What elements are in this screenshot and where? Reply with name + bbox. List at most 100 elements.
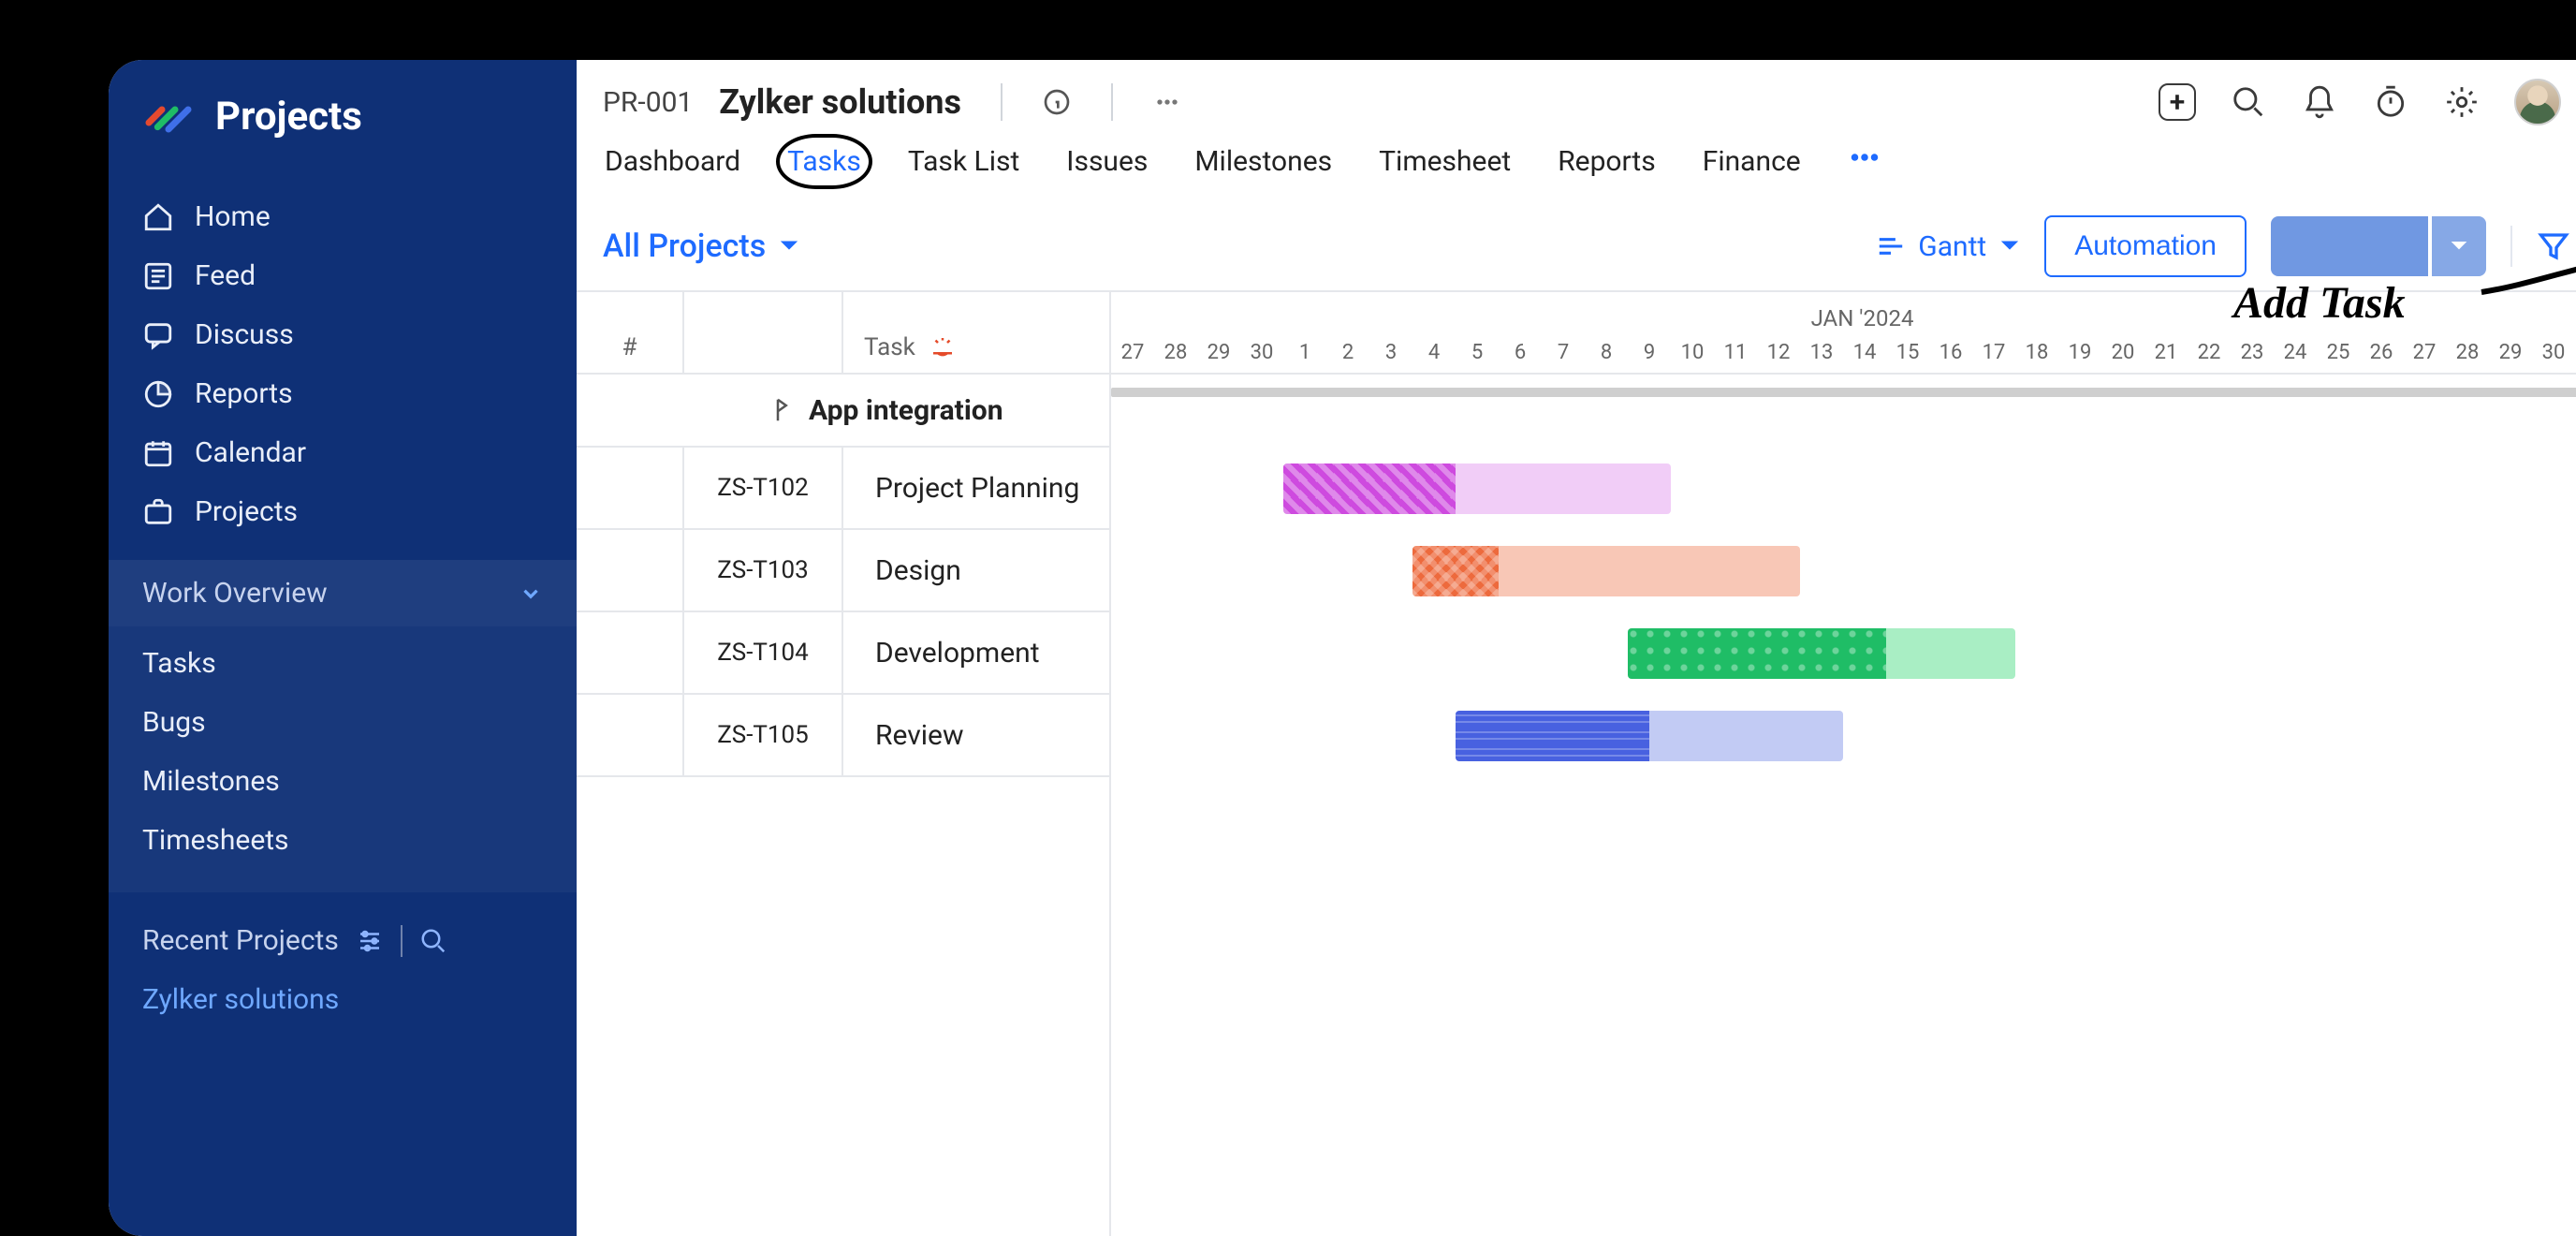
task-name: Design bbox=[843, 554, 1109, 587]
sidebar-item-home[interactable]: Home bbox=[109, 187, 577, 246]
gantt-bar[interactable] bbox=[1283, 464, 1671, 514]
tab-issues[interactable]: Issues bbox=[1064, 141, 1149, 182]
add-task-main[interactable] bbox=[2271, 216, 2428, 276]
day-label: 13 bbox=[1800, 331, 1843, 373]
task-name: Project Planning bbox=[843, 472, 1109, 505]
gantt-timeline[interactable]: JAN '2024 272829301234567891011121314151… bbox=[1111, 292, 2576, 1236]
day-label: 20 bbox=[2101, 331, 2144, 373]
task-id: ZS-T105 bbox=[684, 695, 843, 775]
view-toolbar: All Projects Gantt Automation bbox=[577, 206, 2576, 287]
chevron-down-icon bbox=[519, 581, 543, 606]
day-label: 25 bbox=[2317, 331, 2360, 373]
task-row[interactable]: ZS-T104Development bbox=[577, 612, 1109, 695]
brand-logo-icon bbox=[142, 90, 195, 142]
day-label: 17 bbox=[1972, 331, 2015, 373]
recent-project-link[interactable]: Zylker solutions bbox=[109, 972, 577, 1027]
timer-button[interactable] bbox=[2372, 83, 2409, 121]
main-content: PR-001 Zylker solutions + bbox=[577, 60, 2576, 1236]
tab-tasks[interactable]: Tasks bbox=[785, 141, 863, 182]
day-label: 12 bbox=[1757, 331, 1800, 373]
day-label: 10 bbox=[1671, 331, 1714, 373]
sliders-icon[interactable] bbox=[356, 927, 384, 955]
day-label: 15 bbox=[1886, 331, 1929, 373]
brand-name: Projects bbox=[215, 94, 362, 140]
work-item-tasks[interactable]: Tasks bbox=[109, 634, 577, 693]
work-item-timesheets[interactable]: Timesheets bbox=[109, 811, 577, 870]
day-label: 2 bbox=[1326, 331, 1369, 373]
task-id: ZS-T104 bbox=[684, 612, 843, 693]
avatar[interactable] bbox=[2514, 79, 2561, 125]
sidebar-item-feed[interactable]: Feed bbox=[109, 246, 577, 305]
day-label: 19 bbox=[2058, 331, 2101, 373]
notifications-button[interactable] bbox=[2301, 83, 2338, 121]
day-label: 3 bbox=[1369, 331, 1412, 373]
day-label: 6 bbox=[1499, 331, 1542, 373]
gantt-bar-remaining bbox=[1456, 464, 1671, 514]
day-label: 5 bbox=[1456, 331, 1499, 373]
sidebar-item-reports[interactable]: Reports bbox=[109, 364, 577, 423]
blank-cell bbox=[577, 448, 684, 528]
tab-timesheet[interactable]: Timesheet bbox=[1377, 141, 1513, 182]
sidebar-item-label: Feed bbox=[195, 259, 256, 292]
tab-reports[interactable]: Reports bbox=[1556, 141, 1658, 182]
tab-finance[interactable]: Finance bbox=[1701, 141, 1803, 182]
add-task-caret[interactable] bbox=[2428, 216, 2486, 276]
work-overview-header[interactable]: Work Overview bbox=[109, 560, 577, 626]
sidebar-item-discuss[interactable]: Discuss bbox=[109, 305, 577, 364]
caret-down-icon bbox=[779, 236, 799, 257]
day-label: 21 bbox=[2144, 331, 2188, 373]
gantt-bar-remaining bbox=[1649, 711, 1843, 761]
day-label: 8 bbox=[1585, 331, 1628, 373]
col-task-header: Task bbox=[843, 292, 1109, 373]
tab-more[interactable] bbox=[1846, 137, 1883, 185]
tab-task-list[interactable]: Task List bbox=[906, 141, 1021, 182]
tab-dashboard[interactable]: Dashboard bbox=[603, 141, 742, 182]
sidebar-item-label: Projects bbox=[195, 495, 298, 528]
task-row[interactable]: ZS-T102Project Planning bbox=[577, 448, 1109, 530]
divider bbox=[1111, 83, 1113, 121]
day-label: 7 bbox=[1542, 331, 1585, 373]
header-actions: + bbox=[2159, 79, 2576, 125]
task-group-row[interactable]: App integration bbox=[577, 375, 1109, 448]
gantt-bar[interactable] bbox=[1456, 711, 1843, 761]
task-name: Review bbox=[843, 719, 1109, 752]
sidebar-item-label: Calendar bbox=[195, 436, 306, 469]
view-mode-dropdown[interactable]: Gantt bbox=[1877, 230, 2020, 263]
work-item-milestones[interactable]: Milestones bbox=[109, 752, 577, 811]
add-button[interactable]: + bbox=[2159, 83, 2196, 121]
search-button[interactable] bbox=[2230, 83, 2267, 121]
gantt-bar[interactable] bbox=[1412, 546, 1800, 596]
info-icon[interactable] bbox=[1042, 87, 1072, 117]
add-task-split-button[interactable] bbox=[2271, 216, 2486, 276]
gantt-bar-progress bbox=[1628, 628, 1886, 679]
tab-milestones[interactable]: Milestones bbox=[1193, 141, 1334, 182]
filter-button[interactable] bbox=[2537, 229, 2570, 263]
sidebar-item-calendar[interactable]: Calendar bbox=[109, 423, 577, 482]
reports-icon bbox=[142, 378, 174, 410]
day-label: 27 bbox=[1111, 331, 1154, 373]
divider bbox=[2510, 226, 2512, 267]
gantt-left-header: # Task bbox=[577, 292, 1109, 375]
task-row[interactable]: ZS-T103Design bbox=[577, 530, 1109, 612]
day-label: 28 bbox=[1154, 331, 1197, 373]
sidebar-item-projects[interactable]: Projects bbox=[109, 482, 577, 541]
automation-button[interactable]: Automation bbox=[2044, 215, 2247, 277]
discuss-icon bbox=[142, 319, 174, 351]
task-row[interactable]: ZS-T105Review bbox=[577, 695, 1109, 777]
day-label: 30 bbox=[2532, 331, 2575, 373]
gantt-bar[interactable] bbox=[1628, 628, 2015, 679]
search-icon[interactable] bbox=[419, 927, 447, 955]
all-projects-dropdown[interactable]: All Projects bbox=[603, 228, 799, 265]
more-icon[interactable] bbox=[1152, 87, 1182, 117]
gantt-bars bbox=[1111, 375, 2576, 777]
feed-icon bbox=[142, 260, 174, 292]
work-item-bugs[interactable]: Bugs bbox=[109, 693, 577, 752]
day-label: 28 bbox=[2446, 331, 2489, 373]
sidebar-item-label: Reports bbox=[195, 377, 293, 410]
settings-button[interactable] bbox=[2443, 83, 2481, 121]
day-label: 16 bbox=[1929, 331, 1972, 373]
day-label: 22 bbox=[2188, 331, 2231, 373]
caret-down-icon bbox=[1999, 236, 2020, 257]
day-label: 26 bbox=[2360, 331, 2403, 373]
day-label: 23 bbox=[2231, 331, 2274, 373]
